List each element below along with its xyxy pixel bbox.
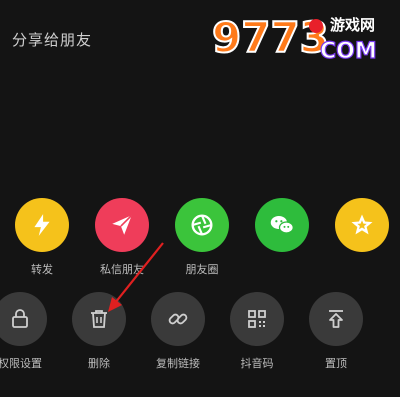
share-panel: 分享给朋友 9773 游戏网 COM 转发 私信朋友 朋友圈 权限设置 删除 复… [0, 0, 400, 397]
watermark-logo: 9773 游戏网 COM [212, 12, 377, 65]
action-item-delete[interactable]: 删除 [61, 292, 137, 382]
action-item-label: 抖音码 [240, 357, 274, 370]
link-icon [168, 313, 188, 325]
share-item-label: 私信朋友 [100, 263, 144, 276]
favorite-button[interactable] [335, 198, 389, 252]
action-item-label: 置顶 [325, 357, 347, 370]
lock-icon [12, 309, 28, 328]
wechat-button[interactable] [255, 198, 309, 252]
forward-button[interactable] [15, 198, 69, 252]
trash-icon [91, 310, 107, 328]
pin-top-button[interactable] [309, 292, 363, 346]
star-icon [351, 214, 373, 235]
share-item-forward[interactable]: 转发 [4, 198, 80, 288]
share-targets-row: 转发 私信朋友 朋友圈 [0, 198, 400, 278]
paper-plane-icon [112, 214, 133, 235]
share-item-label: 转发 [31, 263, 53, 276]
permissions-button[interactable] [0, 292, 47, 346]
page-title: 分享给朋友 [12, 31, 93, 49]
action-item-copy-link[interactable]: 复制链接 [140, 292, 216, 382]
share-item-label: 朋友圈 [185, 263, 219, 276]
action-item-pin-top[interactable]: 置顶 [298, 292, 374, 382]
action-item-label: 复制链接 [156, 357, 200, 370]
share-item-wechat[interactable] [244, 198, 320, 288]
svg-text:9773: 9773 [212, 13, 329, 62]
private-message-button[interactable] [95, 198, 149, 252]
svg-text:COM: COM [320, 39, 377, 64]
actions-row: 权限设置 删除 复制链接 抖音码 置顶 [0, 292, 400, 372]
share-item-moments[interactable]: 朋友圈 [164, 198, 240, 288]
lightning-icon [34, 214, 50, 236]
action-item-douyin-code[interactable]: 抖音码 [219, 292, 295, 382]
share-item-private-message[interactable]: 私信朋友 [84, 198, 160, 288]
action-item-permissions[interactable]: 权限设置 [0, 292, 58, 382]
copy-link-button[interactable] [151, 292, 205, 346]
wechat-icon [270, 216, 294, 234]
douyin-code-button[interactable] [230, 292, 284, 346]
action-item-label: 权限设置 [0, 357, 42, 370]
camera-shutter-icon [191, 214, 213, 236]
delete-button[interactable] [72, 292, 126, 346]
share-item-favorite[interactable] [324, 198, 400, 288]
qr-code-icon [248, 310, 266, 328]
pin-top-icon [329, 310, 343, 328]
action-item-label: 删除 [88, 357, 110, 370]
svg-text:游戏网: 游戏网 [330, 16, 375, 34]
moments-button[interactable] [175, 198, 229, 252]
